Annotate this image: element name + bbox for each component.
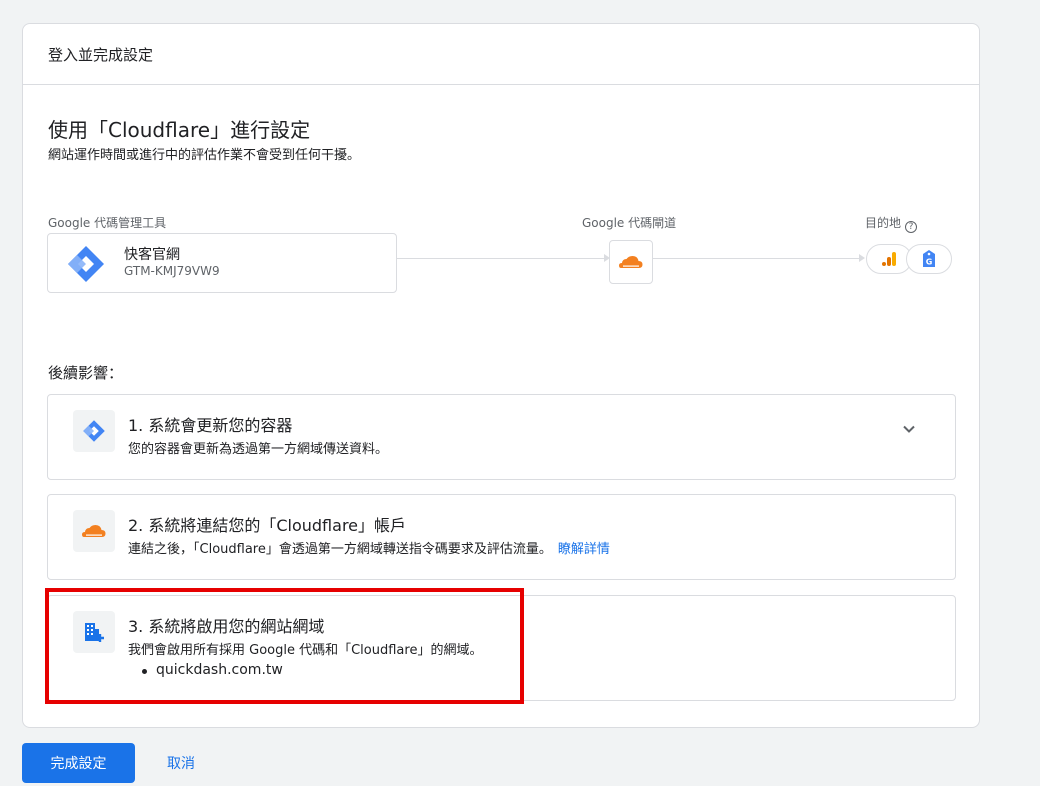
source-label: Google 代碼管理工具 (48, 216, 167, 230)
effect-icon-box (73, 410, 115, 452)
effect-item-domain: 3. 系統將啟用您的網站網域 我們會啟用所有採用 Google 代碼和「Clou… (47, 595, 956, 701)
effect-icon-box (73, 611, 115, 653)
destination-label: 目的地? (865, 214, 918, 233)
effect-title: 2. 系統將連結您的「Cloudflare」帳戶 (128, 516, 407, 535)
finish-setup-button[interactable]: 完成設定 (22, 743, 135, 783)
card-header: 登入並完成設定 (23, 24, 979, 85)
effect-title: 3. 系統將啟用您的網站網域 (128, 617, 325, 636)
effect-title: 1. 系統會更新您的容器 (128, 416, 293, 435)
flow-connector (397, 258, 605, 259)
destination-label-text: 目的地 (865, 216, 902, 230)
effect-item-cloudflare: 2. 系統將連結您的「Cloudflare」帳戶 連結之後，「Cloudflar… (47, 494, 956, 580)
page-subtitle: 網站運作時間或進行中的評估作業不會受到任何干擾。 (48, 148, 361, 163)
cloudflare-icon (82, 525, 106, 537)
cloudflare-icon (619, 256, 643, 268)
domain-icon (85, 623, 104, 642)
chevron-down-icon[interactable] (901, 421, 917, 437)
help-icon[interactable]: ? (905, 221, 918, 233)
effect-icon-box (73, 510, 115, 552)
container-card: 快客官網 GTM-KMJ79VW9 (47, 233, 397, 293)
effect-desc-text: 連結之後，「Cloudflare」會透過第一方網域轉送指令碼要求及評估流量。 (128, 542, 552, 557)
effect-desc: 我們會啟用所有採用 Google 代碼和「Cloudflare」的網域。 (128, 643, 483, 658)
cancel-button[interactable]: 取消 (152, 743, 210, 783)
domain-list-item: quickdash.com.tw (142, 662, 283, 678)
effects-title: 後續影響： (48, 364, 124, 382)
tag-manager-icon (83, 420, 105, 442)
google-ads-destination: G (906, 244, 952, 274)
learn-more-link[interactable]: 瞭解詳情 (558, 542, 610, 557)
setup-card: 登入並完成設定 使用「Cloudflare」進行設定 網站運作時間或進行中的評估… (22, 23, 980, 728)
google-tag-icon: G (923, 250, 935, 267)
effect-item-container[interactable]: 1. 系統會更新您的容器 您的容器會更新為透過第一方網域傳送資料。 (47, 394, 956, 480)
effect-desc: 連結之後，「Cloudflare」會透過第一方網域轉送指令碼要求及評估流量。 瞭解… (128, 538, 610, 557)
effect-desc: 您的容器會更新為透過第一方網域傳送資料。 (128, 442, 389, 457)
container-name: 快客官網 (124, 247, 180, 263)
analytics-icon (882, 252, 896, 266)
flow-arrow (859, 254, 865, 262)
page-title: 使用「Cloudflare」進行設定 (48, 118, 311, 142)
card-header-title: 登入並完成設定 (48, 45, 154, 64)
flow-connector (653, 258, 861, 259)
tag-manager-icon (68, 246, 104, 282)
gateway-label: Google 代碼閘道 (582, 216, 677, 230)
gateway-card (609, 240, 653, 284)
container-id: GTM-KMJ79VW9 (124, 264, 220, 278)
svg-text:G: G (926, 258, 933, 267)
